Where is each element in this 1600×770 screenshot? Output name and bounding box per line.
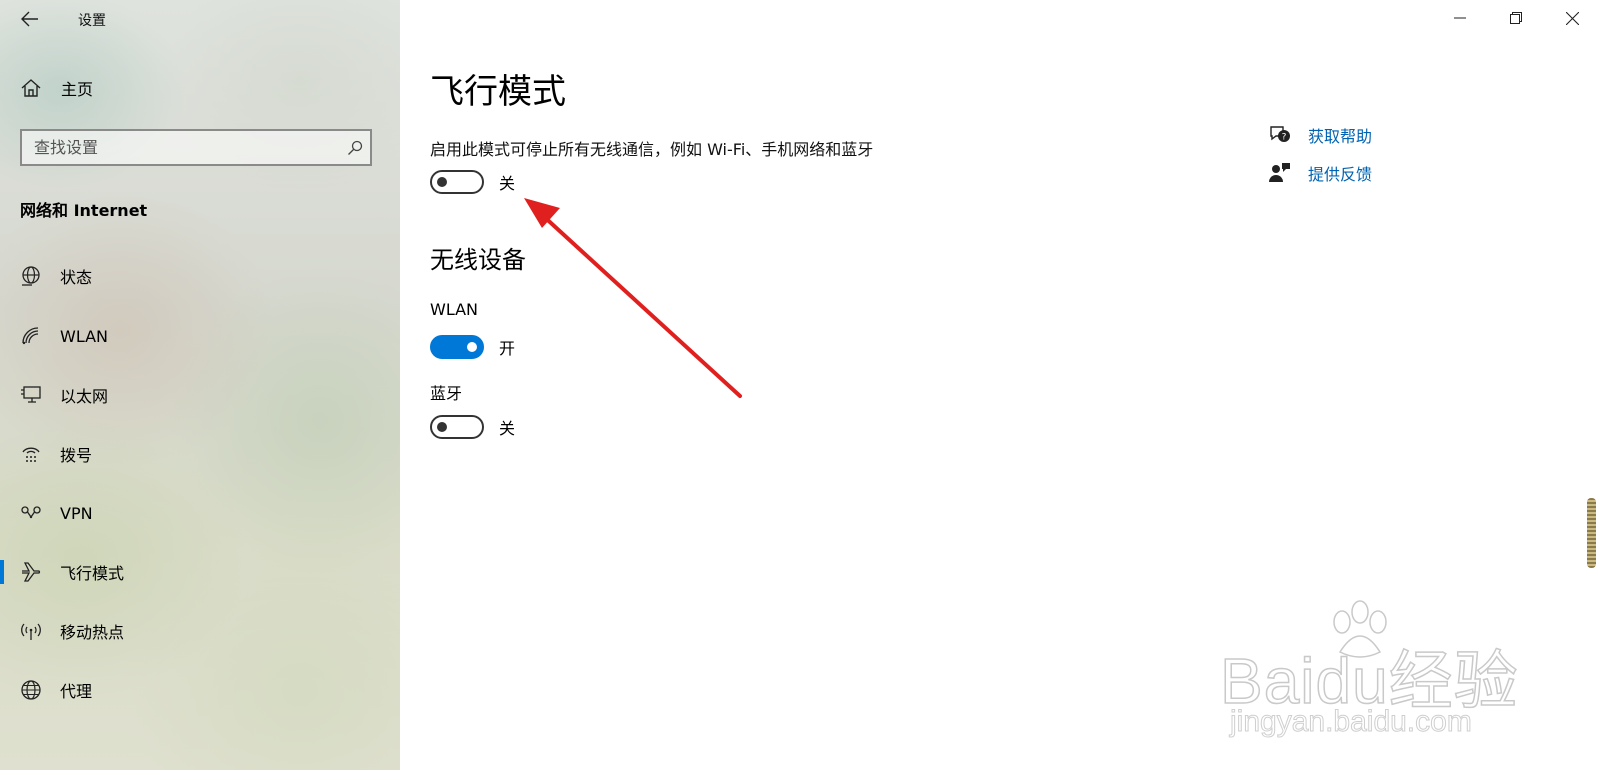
get-help-link[interactable]: ? 获取帮助 bbox=[1268, 124, 1372, 146]
back-arrow-icon bbox=[21, 11, 38, 27]
section-title: 网络和 Internet bbox=[20, 201, 148, 220]
airplane-mode-description: 启用此模式可停止所有无线通信，例如 Wi-Fi、手机网络和蓝牙 bbox=[430, 140, 874, 159]
give-feedback-link[interactable]: 提供反馈 bbox=[1268, 162, 1372, 184]
wlan-label: WLAN bbox=[430, 300, 479, 319]
toggle-knob bbox=[437, 422, 447, 432]
app-title: 设置 bbox=[78, 13, 106, 29]
search-input[interactable] bbox=[22, 131, 340, 164]
window-controls bbox=[1432, 0, 1600, 36]
sidebar-item-label: WLAN bbox=[60, 326, 109, 346]
scrollbar-thumb[interactable] bbox=[1587, 498, 1596, 568]
search-icon[interactable] bbox=[340, 140, 370, 156]
sidebar-item-mobile-hotspot[interactable]: 移动热点 bbox=[0, 609, 400, 653]
wifi-icon bbox=[20, 325, 42, 347]
minimize-icon bbox=[1454, 17, 1466, 19]
airplane-mode-state: 关 bbox=[499, 174, 516, 193]
sidebar: 设置 主页 网络和 Internet 状态 bbox=[0, 0, 400, 770]
watermark-url: jingyan.baidu.com bbox=[1230, 705, 1473, 739]
sidebar-item-label: 移动热点 bbox=[60, 623, 125, 642]
sidebar-item-label: 代理 bbox=[60, 682, 93, 701]
get-help-label: 获取帮助 bbox=[1308, 127, 1373, 146]
baidu-watermark: Baidu经验 jingyan.baidu.com bbox=[1219, 600, 1540, 750]
close-button[interactable] bbox=[1544, 0, 1600, 36]
search-box[interactable] bbox=[20, 129, 372, 166]
toggle-knob bbox=[437, 177, 447, 187]
hotspot-icon bbox=[20, 620, 42, 642]
globe-icon bbox=[20, 679, 42, 701]
sidebar-item-label: 飞行模式 bbox=[60, 564, 125, 583]
sidebar-item-airplane-mode[interactable]: 飞行模式 bbox=[0, 550, 400, 594]
vpn-icon bbox=[20, 502, 42, 524]
dialup-icon bbox=[20, 443, 42, 465]
sidebar-item-proxy[interactable]: 代理 bbox=[0, 668, 400, 712]
paw-logo-icon bbox=[1333, 600, 1387, 658]
sidebar-item-home[interactable]: 主页 bbox=[20, 76, 93, 100]
restore-button[interactable] bbox=[1488, 0, 1544, 36]
sidebar-item-label: 状态 bbox=[60, 268, 93, 287]
bluetooth-toggle-row: 关 bbox=[430, 415, 515, 439]
minimize-button[interactable] bbox=[1432, 0, 1488, 36]
sidebar-item-dialup[interactable]: 拨号 bbox=[0, 432, 400, 476]
wlan-toggle-row: 开 bbox=[430, 335, 515, 359]
sidebar-item-label: 以太网 bbox=[60, 387, 109, 406]
sidebar-item-status[interactable]: 状态 bbox=[0, 254, 400, 298]
sidebar-item-label: 主页 bbox=[61, 80, 94, 99]
close-icon bbox=[1565, 11, 1579, 25]
help-links: ? 获取帮助 提供反馈 bbox=[1268, 124, 1372, 200]
give-feedback-label: 提供反馈 bbox=[1308, 165, 1373, 184]
globe-status-icon bbox=[20, 265, 42, 287]
sidebar-item-wlan[interactable]: WLAN bbox=[0, 314, 400, 358]
feedback-icon bbox=[1268, 162, 1292, 184]
back-button[interactable] bbox=[16, 6, 44, 32]
airplane-mode-toggle-row: 关 bbox=[430, 170, 515, 194]
wlan-state: 开 bbox=[499, 339, 516, 358]
watermark-text: Baidu经验 bbox=[1219, 644, 1519, 718]
sidebar-item-label: VPN bbox=[60, 503, 93, 523]
sidebar-item-ethernet[interactable]: 以太网 bbox=[0, 373, 400, 417]
bluetooth-state: 关 bbox=[499, 419, 516, 438]
svg-text:?: ? bbox=[1282, 133, 1287, 143]
airplane-icon bbox=[20, 561, 42, 583]
chat-help-icon: ? bbox=[1268, 124, 1292, 146]
restore-icon bbox=[1510, 12, 1522, 24]
ethernet-icon bbox=[20, 384, 42, 406]
airplane-mode-toggle[interactable] bbox=[430, 170, 484, 194]
sidebar-item-vpn[interactable]: VPN bbox=[0, 491, 400, 535]
selected-indicator bbox=[0, 560, 4, 584]
sidebar-item-label: 拨号 bbox=[60, 446, 93, 465]
wlan-toggle[interactable] bbox=[430, 335, 484, 359]
home-icon bbox=[21, 79, 41, 97]
bluetooth-toggle[interactable] bbox=[430, 415, 484, 439]
toggle-knob bbox=[467, 342, 477, 352]
page-title: 飞行模式 bbox=[430, 72, 566, 112]
bluetooth-label: 蓝牙 bbox=[430, 384, 463, 403]
wireless-devices-title: 无线设备 bbox=[430, 246, 526, 274]
